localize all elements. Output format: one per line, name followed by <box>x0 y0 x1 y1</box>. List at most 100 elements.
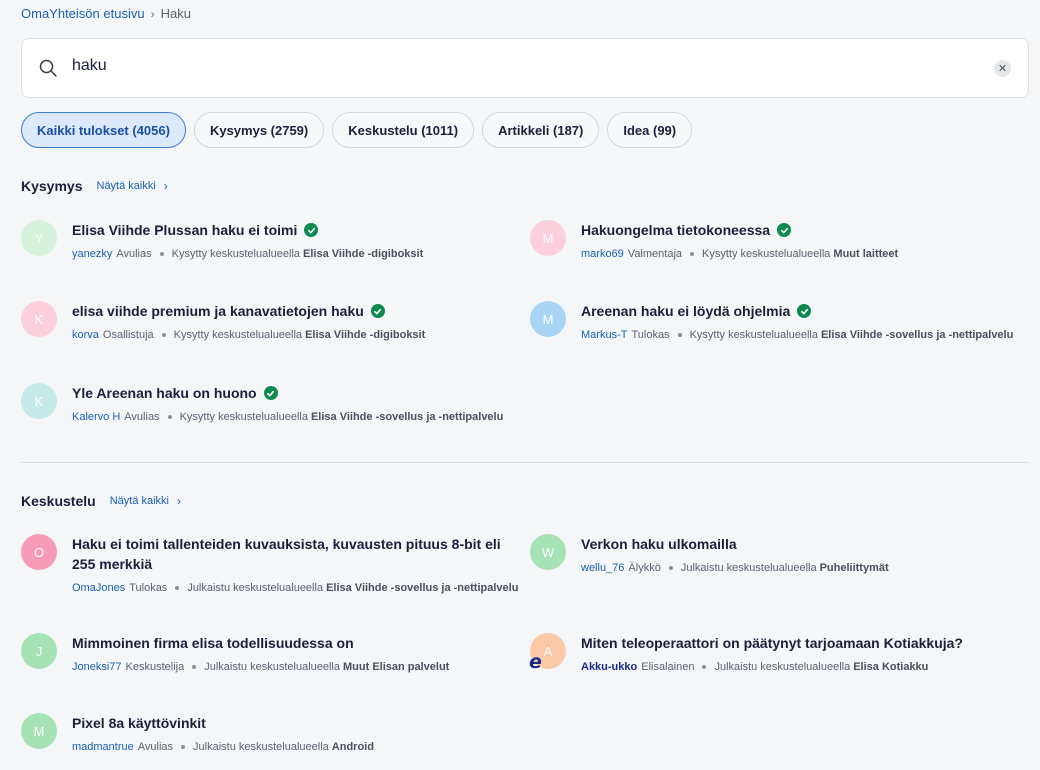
breadcrumb: OmaYhteisön etusivu › Haku <box>21 6 191 21</box>
item-meta: marko69 Valmentaja Kysytty keskustelualu… <box>581 248 898 260</box>
item-meta: wellu_76 Älykkö Julkaistu keskustelualue… <box>581 562 889 574</box>
separator-dot <box>668 566 673 570</box>
author-link[interactable]: Markus-T <box>581 329 627 341</box>
separator-dot <box>690 252 695 256</box>
item-action: Kysytty keskustelualueella <box>689 329 818 341</box>
filter-chip-keskustelu[interactable]: Keskustelu (1011) <box>332 112 475 148</box>
board-link[interactable]: Elisa Kotiakku <box>853 661 928 673</box>
section-header-keskustelu: Keskustelu Näytä kaikki › <box>21 493 181 509</box>
item-action: Kysytty keskustelualueella <box>702 248 831 260</box>
item-title[interactable]: Pixel 8a käyttövinkit <box>72 713 206 733</box>
clear-search-button[interactable]: ✕ <box>994 60 1011 77</box>
item-action: Julkaistu keskustelualueella <box>714 661 851 673</box>
avatar: J <box>21 633 57 669</box>
list-item[interactable]: K Yle Areenan haku on huono Kalervo H Av… <box>21 383 503 423</box>
avatar: Y <box>21 220 57 256</box>
separator-dot <box>161 333 166 337</box>
show-all-link[interactable]: Näytä kaikki › <box>97 179 168 193</box>
filter-chip-all[interactable]: Kaikki tulokset (4056) <box>21 112 186 148</box>
section-header-kysymys: Kysymys Näytä kaikki › <box>21 178 168 194</box>
separator-dot <box>702 665 707 669</box>
list-item[interactable]: O Haku ei toimi tallenteiden kuvauksista… <box>21 534 518 594</box>
author-link[interactable]: Akku-ukko <box>581 661 637 673</box>
show-all-label: Näytä kaikki <box>96 180 156 192</box>
search-box[interactable]: ✕ <box>21 38 1029 98</box>
board-link[interactable]: Muut Elisan palvelut <box>343 661 449 673</box>
list-item[interactable]: W Verkon haku ulkomailla wellu_76 Älykkö… <box>530 534 889 574</box>
item-title[interactable]: Mimmoinen firma elisa todellisuudessa on <box>72 633 354 653</box>
item-meta: Markus-T Tulokas Kysytty keskustelualuee… <box>581 329 1013 341</box>
breadcrumb-current: Haku <box>160 6 191 21</box>
author-link[interactable]: marko69 <box>581 248 624 260</box>
filter-chip-idea[interactable]: Idea (99) <box>607 112 693 148</box>
item-meta: madmantrue Avulias Julkaistu keskustelua… <box>72 741 374 753</box>
board-link[interactable]: Android <box>332 741 374 753</box>
avatar: M <box>530 301 566 337</box>
item-title[interactable]: Haku ei toimi tallenteiden kuvauksista, … <box>72 534 512 574</box>
list-item[interactable]: M Hakuongelma tietokoneessa marko69 Valm… <box>530 220 898 260</box>
show-all-link[interactable]: Näytä kaikki › <box>110 494 181 508</box>
search-input[interactable] <box>72 57 972 75</box>
board-link[interactable]: Elisa Viihde -digiboksit <box>305 329 425 341</box>
search-icon <box>39 59 57 77</box>
board-link[interactable]: Elisa Viihde -sovellus ja -nettipalvelu <box>326 582 518 594</box>
item-title[interactable]: Elisa Viihde Plussan haku ei toimi <box>72 220 297 240</box>
check-circle-icon <box>304 223 319 237</box>
separator-dot <box>159 252 164 256</box>
chevron-right-icon: › <box>163 179 168 193</box>
item-meta: Joneksi77 Keskustelija Julkaistu keskust… <box>72 661 449 673</box>
item-meta: Kalervo H Avulias Kysytty keskustelualue… <box>72 411 503 423</box>
filter-chip-artikkeli[interactable]: Artikkeli (187) <box>482 112 600 148</box>
section-divider <box>21 462 1029 463</box>
item-meta: korva Osallistuja Kysytty keskustelualue… <box>72 329 425 341</box>
board-link[interactable]: Elisa Viihde -sovellus ja -nettipalvelu <box>821 329 1013 341</box>
item-action: Julkaistu keskustelualueella <box>680 562 817 574</box>
section-title: Kysymys <box>21 178 83 194</box>
filter-chip-kysymys[interactable]: Kysymys (2759) <box>193 112 325 148</box>
board-link[interactable]: Muut laitteet <box>833 248 898 260</box>
list-item[interactable]: A e Miten teleoperaattori on päätynyt ta… <box>529 633 963 673</box>
item-action: Kysytty keskustelualueella <box>173 329 303 341</box>
author-link[interactable]: madmantrue <box>72 741 134 753</box>
item-title[interactable]: Hakuongelma tietokoneessa <box>581 220 770 240</box>
list-item[interactable]: Y Elisa Viihde Plussan haku ei toimi yan… <box>21 220 423 260</box>
list-item[interactable]: M Pixel 8a käyttövinkit madmantrue Avuli… <box>21 713 374 753</box>
author-role: Avulias <box>116 248 152 260</box>
item-title[interactable]: elisa viihde premium ja kanavatietojen h… <box>72 301 364 321</box>
item-title[interactable]: Yle Areenan haku on huono <box>72 383 257 403</box>
author-role: Älykkö <box>628 562 661 574</box>
close-icon: ✕ <box>997 63 1008 75</box>
author-link[interactable]: OmaJones <box>72 582 125 594</box>
item-action: Kysytty keskustelualueella <box>179 411 308 423</box>
board-link[interactable]: Elisa Viihde -sovellus ja -nettipalvelu <box>311 411 503 423</box>
board-link[interactable]: Puheliittymät <box>820 562 889 574</box>
avatar: M <box>530 220 566 256</box>
chevron-right-icon: › <box>150 6 155 21</box>
list-item[interactable]: K elisa viihde premium ja kanavatietojen… <box>21 301 425 341</box>
list-item[interactable]: J Mimmoinen firma elisa todellisuudessa … <box>21 633 449 673</box>
author-link[interactable]: Kalervo H <box>72 411 120 423</box>
author-link[interactable]: wellu_76 <box>581 562 624 574</box>
filter-chips: Kaikki tulokset (4056) Kysymys (2759) Ke… <box>21 112 693 148</box>
show-all-label: Näytä kaikki <box>109 495 169 507</box>
author-link[interactable]: yanezky <box>72 248 112 260</box>
item-title[interactable]: Areenan haku ei löydä ohjelmia <box>581 301 790 321</box>
item-action: Kysytty keskustelualueella <box>171 248 301 260</box>
list-item[interactable]: M Areenan haku ei löydä ohjelmia Markus-… <box>530 301 1013 341</box>
separator-dot <box>181 745 186 749</box>
author-role: Avulias <box>137 741 174 753</box>
avatar: W <box>530 534 566 570</box>
elisa-logo-icon: e <box>529 651 542 673</box>
item-action: Julkaistu keskustelualueella <box>193 741 329 753</box>
section-title: Keskustelu <box>21 493 96 509</box>
item-title[interactable]: Miten teleoperaattori on päätynyt tarjoa… <box>581 633 963 653</box>
item-meta: yanezky Avulias Kysytty keskustelualueel… <box>72 248 423 260</box>
item-title[interactable]: Verkon haku ulkomailla <box>581 534 737 554</box>
author-link[interactable]: Joneksi77 <box>72 661 122 673</box>
author-role: Osallistuja <box>102 329 154 341</box>
avatar: O <box>21 534 57 570</box>
separator-dot <box>192 665 197 669</box>
author-link[interactable]: korva <box>72 329 99 341</box>
breadcrumb-home-link[interactable]: OmaYhteisön etusivu <box>21 6 145 21</box>
board-link[interactable]: Elisa Viihde -digiboksit <box>303 248 423 260</box>
